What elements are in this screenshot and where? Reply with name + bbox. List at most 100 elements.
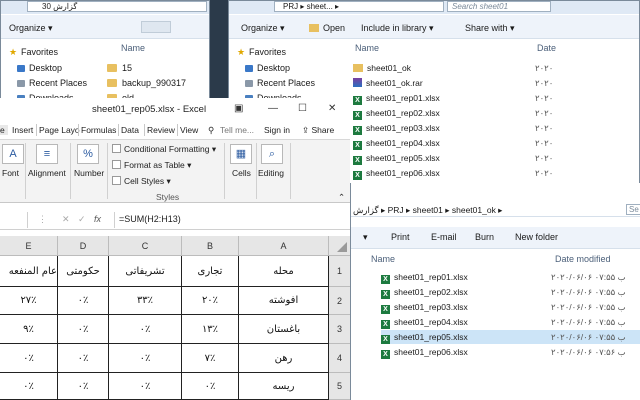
column-header-name[interactable]: Name (371, 254, 395, 264)
font-color-icon[interactable]: A (2, 144, 24, 164)
table-cell[interactable]: ۲۷٪ (0, 287, 58, 315)
format-as-table-button[interactable]: Format as Table ▾ (112, 160, 191, 171)
column-header-date-modified[interactable]: Date modified (555, 254, 611, 264)
collapse-ribbon-icon[interactable]: ⌃ (338, 192, 345, 203)
table-cell[interactable]: باغستان (239, 315, 329, 344)
column-header-date[interactable]: Date (537, 43, 556, 53)
nav-favorites[interactable]: ★ Favorites (9, 47, 58, 58)
list-item[interactable]: 15 (107, 63, 132, 74)
number-group-button[interactable]: Number (74, 168, 104, 178)
table-cell[interactable]: ۰٪ (109, 315, 182, 344)
list-item[interactable]: Xsheet01_rep06.xlsx (353, 168, 440, 180)
list-item[interactable]: Xsheet01_rep06.xlsx ۲۰۲۰/۰۶/۰۶ ۰۷:۵۶ ب (381, 345, 640, 359)
tab-insert[interactable]: Insert (12, 125, 33, 135)
more-options-icon[interactable]: ⋮ (38, 214, 47, 225)
column-header-name[interactable]: Name (355, 43, 379, 53)
column-header-b[interactable]: B (182, 236, 239, 256)
share-with-button[interactable]: Share with ▾ (465, 23, 515, 34)
search-input[interactable]: Se (626, 204, 640, 215)
tab-data[interactable]: Data (121, 125, 139, 135)
table-cell[interactable]: ۰٪ (109, 373, 182, 400)
column-header-c[interactable]: C (109, 236, 182, 256)
enter-icon[interactable]: ✓ (78, 214, 86, 225)
percent-icon[interactable]: % (77, 144, 99, 164)
tab-view[interactable]: View (180, 125, 198, 135)
organize-button[interactable]: Organize ▾ (9, 23, 53, 34)
insert-function-icon[interactable]: fx (94, 214, 101, 224)
table-cell[interactable]: ۰٪ (182, 373, 239, 400)
tell-me-input[interactable]: Tell me... (220, 125, 254, 135)
tell-me-lightbulb-icon[interactable]: ⚲ (208, 125, 214, 136)
list-item[interactable]: Xsheet01_rep04.xlsx ۲۰۲۰/۰۶/۰۶ ۰۷:۵۵ ب (381, 315, 640, 329)
list-item[interactable]: sheet01_ok (353, 63, 411, 73)
list-item[interactable]: Xsheet01_rep01.xlsx (353, 93, 440, 105)
burn-button[interactable]: Burn (475, 232, 494, 242)
font-group-button[interactable]: Font (2, 168, 19, 178)
cancel-icon[interactable]: ✕ (62, 214, 70, 225)
title-bar[interactable]: sheet01_rep05.xlsx - Excel ▣ — ☐ ✕ (0, 98, 350, 120)
ribbon-display-options-icon[interactable]: ▣ (234, 103, 243, 114)
nav-desktop[interactable]: Desktop (245, 63, 290, 74)
list-item[interactable]: Xsheet01_rep03.xlsx (353, 123, 440, 135)
conditional-formatting-button[interactable]: Conditional Formatting ▾ (112, 144, 216, 155)
column-header-d[interactable]: D (58, 236, 109, 256)
table-cell[interactable]: ۰٪ (58, 344, 109, 373)
select-all-corner[interactable] (329, 236, 350, 256)
list-item[interactable]: Xsheet01_rep04.xlsx (353, 138, 440, 150)
list-item[interactable]: sheet01_ok.rar (353, 78, 423, 88)
table-cell[interactable]: ۷٪ (182, 344, 239, 373)
column-header-e[interactable]: E (0, 236, 58, 256)
explorer-window-front[interactable]: گزارش ▸ PRJ ▸ sheet01 ▸ sheet01_ok ▸ Se … (350, 183, 640, 400)
list-item-selected[interactable]: Xsheet01_rep05.xlsx ۲۰۲۰/۰۶/۰۶ ۰۷:۵۵ ب (381, 330, 640, 344)
list-item[interactable]: Xsheet01_rep01.xlsx ۲۰۲۰/۰۶/۰۶ ۰۷:۵۵ ب (381, 270, 640, 284)
email-button[interactable]: E-mail (431, 232, 457, 242)
table-cell-header[interactable]: عام المنفعه (0, 256, 58, 287)
address-path[interactable]: گزارش ▸ PRJ ▸ sheet01 ▸ sheet01_ok ▸ (353, 205, 502, 216)
row-header[interactable]: 5 (329, 373, 350, 400)
row-header[interactable]: 3 (329, 315, 350, 344)
address-bar[interactable]: PRJ ▸ sheet... ▸ Search sheet01 (229, 1, 639, 14)
new-folder-button[interactable]: New folder (515, 232, 558, 242)
table-cell[interactable]: ۰٪ (0, 344, 58, 373)
name-box[interactable] (0, 212, 28, 228)
tab-formulas[interactable]: Formulas (81, 125, 116, 135)
cells-group-button[interactable]: Cells (232, 168, 251, 178)
include-in-library-button[interactable]: Include in library ▾ (361, 23, 434, 34)
view-options-icon[interactable] (141, 21, 171, 33)
open-button[interactable]: Open (309, 23, 345, 33)
editing-group-button[interactable]: Editing (258, 168, 284, 178)
tab-page-layout[interactable]: Page Layo (39, 125, 80, 135)
print-button[interactable]: Print (391, 232, 410, 242)
nav-favorites[interactable]: ★ Favorites (237, 47, 286, 58)
editing-search-icon[interactable]: ⌕ (261, 144, 283, 164)
table-cell[interactable]: ریسه (239, 373, 329, 400)
list-item[interactable]: Xsheet01_rep03.xlsx ۲۰۲۰/۰۶/۰۶ ۰۷:۵۵ ب (381, 300, 640, 314)
table-cell[interactable]: افوشته (239, 287, 329, 315)
close-icon[interactable]: ✕ (328, 103, 336, 114)
table-cell-header[interactable]: حکومتی (58, 256, 109, 287)
table-cell[interactable]: ۹٪ (0, 315, 58, 344)
tab-review[interactable]: Review (147, 125, 175, 135)
column-header-a[interactable]: A (239, 236, 329, 256)
table-cell-header[interactable]: تشریفاتی (109, 256, 182, 287)
cell-styles-button[interactable]: Cell Styles ▾ (112, 176, 171, 187)
sign-in-link[interactable]: Sign in (264, 125, 290, 135)
table-cell[interactable]: ۱۳٪ (182, 315, 239, 344)
alignment-icon[interactable]: ≡ (36, 144, 58, 164)
nav-recent-places[interactable]: Recent Places (17, 78, 87, 89)
table-cell-header[interactable]: محله (239, 256, 329, 287)
share-button[interactable]: ▾ (363, 232, 368, 243)
nav-recent-places[interactable]: Recent Places (245, 78, 315, 89)
table-cell[interactable]: ۰٪ (58, 373, 109, 400)
alignment-group-button[interactable]: Alignment (28, 168, 66, 178)
list-item[interactable]: Xsheet01_rep05.xlsx (353, 153, 440, 165)
nav-desktop[interactable]: Desktop (17, 63, 62, 74)
list-item[interactable]: backup_990317 (107, 78, 186, 89)
formula-input[interactable]: =SUM(H2:H13) (114, 212, 350, 228)
column-header-name[interactable]: Name (121, 43, 145, 53)
list-item[interactable]: Xsheet01_rep02.xlsx ۲۰۲۰/۰۶/۰۶ ۰۷:۵۵ ب (381, 285, 640, 299)
row-header[interactable]: 2 (329, 287, 350, 315)
address-path[interactable]: گزارش 30 (27, 1, 207, 12)
address-bar[interactable]: گزارش 30 (1, 1, 209, 14)
row-header[interactable]: 4 (329, 344, 350, 373)
